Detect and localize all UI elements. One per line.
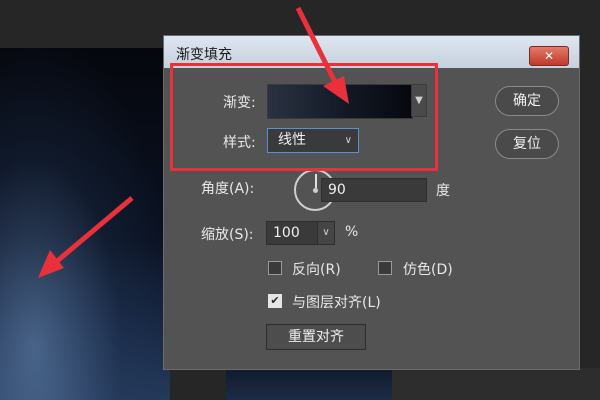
- canvas-image-bottom: [226, 368, 394, 400]
- panel-background: [392, 368, 600, 400]
- close-button[interactable]: ✕: [529, 46, 569, 66]
- scale-dropdown-button[interactable]: ∨: [317, 221, 335, 245]
- checkmark-icon: ✔: [270, 294, 280, 307]
- angle-label: 角度(A):: [201, 181, 255, 197]
- reverse-label[interactable]: 反向(R): [292, 259, 341, 279]
- angle-dial-center: [313, 188, 318, 193]
- chevron-down-icon: ∨: [322, 227, 330, 238]
- dialog-title: 渐变填充: [176, 47, 232, 63]
- ok-button[interactable]: 确定: [495, 86, 559, 116]
- reverse-checkbox[interactable]: [268, 261, 282, 275]
- reset-button[interactable]: 复位: [495, 129, 559, 159]
- align-with-layer-checkbox[interactable]: ✔: [268, 294, 282, 308]
- close-icon: ✕: [543, 49, 555, 63]
- scale-input[interactable]: 100: [266, 221, 318, 245]
- dither-label[interactable]: 仿色(D): [403, 259, 453, 279]
- scale-unit: %: [345, 224, 359, 240]
- scale-label: 缩放(S):: [201, 227, 254, 243]
- angle-dial-needle: [315, 174, 317, 188]
- angle-input[interactable]: 90: [321, 178, 427, 202]
- dither-checkbox[interactable]: [378, 261, 392, 275]
- annotation-highlight-box: [170, 63, 438, 171]
- align-with-layer-label[interactable]: 与图层对齐(L): [292, 292, 381, 312]
- canvas-image: [0, 48, 170, 400]
- angle-unit: 度: [436, 183, 450, 199]
- reset-alignment-button[interactable]: 重置对齐: [266, 324, 366, 350]
